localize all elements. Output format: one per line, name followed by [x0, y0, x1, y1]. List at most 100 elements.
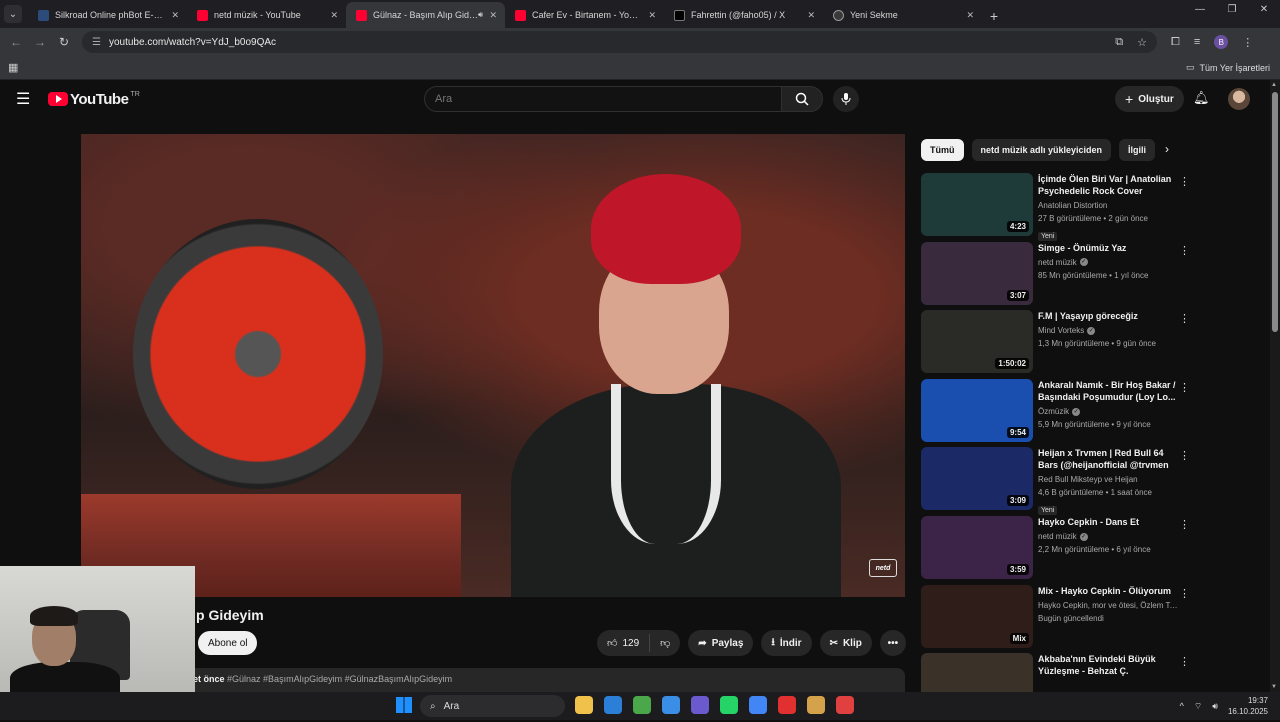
recommendation-item[interactable]: 3:59 Hayko Cepkin - Dans Et netd müzik ✓ 2,2… [921, 515, 1191, 585]
filter-chip[interactable]: Tümü [921, 139, 964, 161]
taskbar-search[interactable]: ⌕ Ara [420, 695, 565, 717]
download-button[interactable]: ⭳ İndir [761, 630, 812, 656]
taskbar-app-icon[interactable] [604, 696, 622, 714]
youtube-logo[interactable]: YouTube TR [48, 91, 140, 108]
account-avatar[interactable] [1228, 88, 1250, 110]
channel-name[interactable]: netd müzik [1038, 532, 1077, 541]
channel-name[interactable]: Hayko Cepkin, mor ve ötesi, Özlem Tekin … [1038, 601, 1178, 610]
taskbar-app-icon[interactable] [778, 696, 796, 714]
recommendation-title[interactable]: F.M | Yaşayıp göreceğiz [1038, 310, 1178, 322]
extensions-icon[interactable]: ⧠ [1171, 36, 1180, 49]
channel-name-row[interactable]: Mind Vorteks ✓ [1038, 324, 1178, 337]
more-vertical-icon[interactable]: ⋮ [1179, 449, 1190, 462]
channel-name[interactable]: netd müzik [1038, 258, 1077, 267]
tab-close-icon[interactable]: ✕ [807, 10, 815, 21]
create-button[interactable]: + Oluştur [1115, 86, 1184, 112]
more-vertical-icon[interactable]: ⋮ [1179, 312, 1190, 325]
channel-watermark[interactable]: netd [869, 559, 897, 577]
channel-name[interactable]: Mind Vorteks [1038, 326, 1084, 335]
channel-name-row[interactable]: Red Bull Miksteyp ve Heijan [1038, 473, 1178, 486]
video-thumbnail[interactable]: Mix [921, 584, 1033, 648]
notifications-bell-icon[interactable]: 🔔︎ [1193, 90, 1210, 106]
channel-name-row[interactable]: Özmüzik ✓ [1038, 405, 1178, 418]
recommendation-item[interactable]: 9:54 Ankaralı Namık - Bir Hoş Bakar / Baş… [921, 378, 1191, 448]
video-thumbnail[interactable]: 3:59 [921, 515, 1033, 579]
more-vertical-icon[interactable]: ⋮ [1179, 175, 1190, 188]
back-icon[interactable]: ← [4, 35, 28, 49]
more-vertical-icon[interactable]: ⋮ [1179, 587, 1190, 600]
recommendation-item[interactable]: 3:09 Heijan x Trvmen | Red Bull 64 Bars (… [921, 447, 1191, 516]
all-bookmarks-button[interactable]: ▭ Tüm Yer İşaretleri [1186, 62, 1270, 73]
more-vertical-icon[interactable]: ⋮ [1179, 655, 1190, 668]
recommendation-title[interactable]: Akbaba'nın Evindeki Büyük Yüzleşme - Beh… [1038, 653, 1178, 677]
browser-tab[interactable]: Cafer Ev - Birtanem - YouTube ✕ [505, 2, 664, 28]
tab-close-icon[interactable]: ✕ [648, 10, 656, 21]
channel-name-row[interactable]: Hayko Cepkin, mor ve ötesi, Özlem Tekin … [1038, 599, 1178, 612]
more-vertical-icon[interactable]: ⋮ [1179, 244, 1190, 257]
recommendation-title[interactable]: Ankaralı Namık - Bir Hoş Bakar / Başında… [1038, 379, 1178, 403]
channel-name-row[interactable]: netd müzik ✓ [1038, 256, 1178, 269]
audio-playing-icon[interactable]: 🔊︎ [478, 10, 483, 20]
browser-menu-icon[interactable]: ⋮ [1242, 36, 1253, 49]
browser-tab[interactable]: Yeni Sekme ✕ [823, 2, 982, 28]
close-window-icon[interactable]: ✕ [1248, 4, 1280, 15]
recommendation-title[interactable]: Heijan x Trvmen | Red Bull 64 Bars (@hei… [1038, 447, 1178, 471]
apps-grid-icon[interactable]: ▦ [8, 61, 18, 74]
site-info-icon[interactable]: ☰ [92, 37, 101, 48]
hashtags[interactable]: #Gülnaz #BaşımAlıpGideyim #GülnazBaşımAl… [227, 674, 452, 684]
scroll-thumb[interactable] [1272, 92, 1278, 332]
taskbar-app-icon[interactable] [836, 696, 854, 714]
media-control-icon[interactable]: ≡ [1194, 36, 1200, 48]
tab-close-icon[interactable]: ✕ [171, 10, 179, 21]
tab-close-icon[interactable]: ✕ [966, 10, 974, 21]
subscribe-button[interactable]: Abone ol [198, 631, 258, 655]
restore-icon[interactable]: ❐ [1216, 4, 1248, 15]
taskbar-app-icon[interactable] [691, 696, 709, 714]
scroll-up-arrow-icon[interactable]: ▲ [1271, 82, 1277, 88]
bookmark-star-icon[interactable]: ☆ [1137, 36, 1147, 49]
new-tab-button[interactable]: + [982, 4, 1006, 28]
more-vertical-icon[interactable]: ⋮ [1179, 381, 1190, 394]
tab-close-icon[interactable]: ✕ [489, 10, 497, 21]
search-button[interactable] [781, 86, 823, 112]
clock[interactable]: 19:37 16.10.2025 [1228, 695, 1268, 717]
taskbar-app-icon[interactable] [720, 696, 738, 714]
menu-icon[interactable]: ☰ [16, 89, 36, 109]
recommendation-title[interactable]: Simge - Önümüz Yaz [1038, 242, 1178, 254]
browser-tab[interactable]: Silkroad Online phBot E-PİN Sa ✕ [28, 2, 187, 28]
tab-search-icon[interactable]: ⌄ [4, 5, 22, 23]
recommendation-item[interactable]: Mix Mix - Hayko Cepkin - Ölüyorum Hayko Ce… [921, 584, 1191, 654]
taskbar-app-icon[interactable] [633, 696, 651, 714]
recommendation-item[interactable]: 1:50:02 F.M | Yaşayıp göreceğiz Mind Vorte… [921, 310, 1191, 379]
address-bar[interactable]: ☰ youtube.com/watch?v=YdJ_b0o9QAc ⧉ ☆ [82, 31, 1157, 53]
video-thumbnail[interactable]: 3:07 [921, 241, 1033, 305]
windows-start-icon[interactable] [396, 697, 412, 713]
recommendation-item[interactable]: 4:23 İçimde Ölen Biri Var | Anatolian Psy… [921, 173, 1191, 242]
volume-icon[interactable]: 🔊︎ [1212, 701, 1218, 712]
channel-name[interactable]: Özmüzik [1038, 407, 1069, 416]
video-thumbnail[interactable]: 3:09 [921, 447, 1033, 511]
scroll-down-arrow-icon[interactable]: ▼ [1271, 684, 1277, 690]
chevron-right-icon[interactable]: › [1165, 142, 1169, 156]
browser-tab[interactable]: netd müzik - YouTube ✕ [187, 2, 346, 28]
profile-avatar[interactable]: B [1214, 35, 1229, 49]
share-button[interactable]: ➦ Paylaş [688, 630, 754, 656]
recommendation-item[interactable]: 3:07 Simge - Önümüz Yaz netd müzik ✓ 85 Mn g… [921, 241, 1191, 311]
voice-search-button[interactable] [833, 86, 859, 112]
dislike-button[interactable]: 👎︎ [650, 637, 680, 649]
taskbar-app-icon[interactable] [749, 696, 767, 714]
tab-close-icon[interactable]: ✕ [330, 10, 338, 21]
channel-name[interactable]: Anatolian Distortion [1038, 201, 1107, 210]
channel-name[interactable]: Red Bull Miksteyp ve Heijan [1038, 475, 1138, 484]
filter-chip[interactable]: İlgili [1119, 139, 1156, 161]
recommendation-title[interactable]: Hayko Cepkin - Dans Et [1038, 516, 1178, 528]
browser-tab[interactable]: Gülnaz - Başım Alıp Gideyim 🔊︎ ✕ [346, 2, 505, 28]
reload-icon[interactable]: ↻ [52, 35, 76, 49]
taskbar-app-icon[interactable] [575, 696, 593, 714]
like-button[interactable]: 👍︎ 129 [597, 634, 651, 652]
more-actions-button[interactable]: ••• [879, 630, 906, 656]
browser-tab[interactable]: Fahrettin (@faho05) / X ✕ [664, 2, 823, 28]
clip-button[interactable]: ✂ Klip [819, 630, 872, 656]
taskbar-app-icon[interactable] [662, 696, 680, 714]
video-player[interactable]: netd [81, 134, 905, 597]
